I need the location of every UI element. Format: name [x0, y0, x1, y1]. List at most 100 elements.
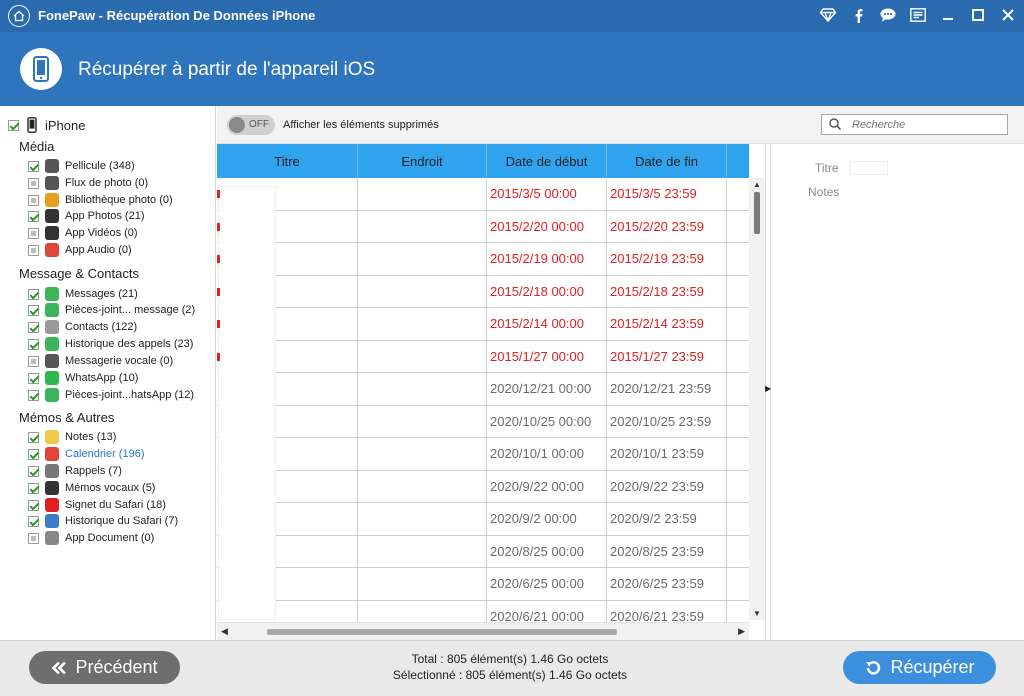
cell-date-fin: 2020/12/21 23:59	[607, 373, 727, 405]
category-item[interactable]: WhatsApp (10)	[28, 370, 138, 386]
category-checkbox[interactable]	[28, 372, 39, 384]
category-checkbox[interactable]	[28, 288, 39, 300]
contacts-icon	[45, 320, 59, 334]
maximize-icon[interactable]	[970, 6, 986, 24]
category-item[interactable]: Historique du Safari (7)	[28, 513, 178, 529]
category-item[interactable]: Mémos vocaux (5)	[28, 480, 155, 496]
category-item[interactable]: Bibliothèque photo (0)	[28, 192, 173, 208]
previous-button[interactable]: Précédent	[29, 651, 180, 684]
category-item[interactable]: Notes (13)	[28, 429, 116, 445]
category-item[interactable]: Historique des appels (23)	[28, 336, 193, 352]
category-checkbox[interactable]	[28, 355, 39, 367]
deleted-items-toggle[interactable]: OFF	[227, 115, 275, 135]
category-label: Mémos vocaux (5)	[65, 482, 156, 494]
category-item[interactable]: Pièces-joint...hatsApp (12)	[28, 387, 194, 403]
cell-date-debut: 2015/2/18 00:00	[487, 275, 607, 307]
cell-date-fin: 2020/10/25 23:59	[607, 405, 727, 437]
table-row[interactable]: 2015/2/19 00:00 2015/2/19 23:59	[217, 243, 749, 276]
table-row[interactable]: 2015/2/14 00:00 2015/2/14 23:59	[217, 308, 749, 341]
category-item[interactable]: Flux de photo (0)	[28, 175, 148, 191]
category-checkbox[interactable]	[28, 210, 39, 222]
column-header-titre[interactable]: Titre	[217, 144, 358, 178]
scroll-left-icon[interactable]: ◀	[221, 626, 228, 637]
category-item[interactable]: App Document (0)	[28, 530, 154, 546]
details-panel: Titre Notes	[772, 144, 1024, 640]
category-checkbox[interactable]	[28, 431, 39, 443]
table-row[interactable]: 2020/8/25 00:00 2020/8/25 23:59	[217, 535, 749, 568]
category-item[interactable]: App Photos (21)	[28, 208, 145, 224]
category-checkbox[interactable]	[28, 244, 39, 256]
table-row[interactable]: 2020/9/2 00:00 2020/9/2 23:59	[217, 503, 749, 536]
category-item[interactable]: Signet du Safari (18)	[28, 497, 166, 513]
horizontal-scroll-thumb[interactable]	[267, 629, 617, 635]
scroll-right-icon[interactable]: ▶	[738, 626, 745, 637]
category-item[interactable]: Messages (21)	[28, 286, 138, 302]
scroll-down-icon[interactable]: ▼	[753, 609, 761, 618]
collapse-arrow-icon[interactable]: ▶	[765, 384, 771, 393]
category-checkbox[interactable]	[28, 515, 39, 527]
table-row[interactable]: 2020/10/1 00:00 2020/10/1 23:59	[217, 438, 749, 471]
category-item[interactable]: Messagerie vocale (0)	[28, 353, 173, 369]
category-checkbox[interactable]	[28, 321, 39, 333]
category-checkbox[interactable]	[28, 465, 39, 477]
device-checkbox[interactable]	[8, 119, 19, 131]
category-item[interactable]: Contacts (122)	[28, 319, 137, 335]
table-row[interactable]: 2015/2/20 00:00 2015/2/20 23:59	[217, 210, 749, 243]
facebook-icon[interactable]	[850, 6, 866, 24]
category-checkbox[interactable]	[28, 532, 39, 544]
table-row[interactable]: 2020/6/25 00:00 2020/6/25 23:59	[217, 568, 749, 601]
category-checkbox[interactable]	[28, 482, 39, 494]
close-icon[interactable]	[1000, 6, 1016, 24]
column-header-date-debut[interactable]: Date de début	[487, 144, 607, 178]
page-title: Récupérer à partir de l'appareil iOS	[78, 59, 376, 80]
category-checkbox[interactable]	[28, 304, 39, 316]
cell-date-fin: 2015/2/14 23:59	[607, 308, 727, 340]
panel-splitter[interactable]: ▶	[765, 144, 771, 640]
recover-button[interactable]: Récupérer	[843, 651, 996, 684]
chat-icon[interactable]	[880, 6, 896, 24]
table-row[interactable]: 2020/12/21 00:00 2020/12/21 23:59	[217, 373, 749, 406]
search-box[interactable]	[821, 114, 1008, 135]
safari-icon	[45, 514, 59, 528]
table-row[interactable]: 2015/2/18 00:00 2015/2/18 23:59	[217, 275, 749, 308]
category-checkbox[interactable]	[28, 160, 39, 172]
cell-endroit	[358, 568, 487, 600]
horizontal-scrollbar[interactable]: ◀ ▶	[217, 622, 749, 640]
menu-icon[interactable]	[910, 6, 926, 24]
category-item[interactable]: App Vidéos (0)	[28, 225, 138, 241]
category-checkbox[interactable]	[28, 389, 39, 401]
search-input[interactable]	[852, 117, 1002, 132]
table-row[interactable]: 2020/10/25 00:00 2020/10/25 23:59	[217, 405, 749, 438]
category-item[interactable]: App Audio (0)	[28, 242, 132, 258]
table-row[interactable]: 2015/3/5 00:00 2015/3/5 23:59	[217, 178, 749, 211]
category-checkbox[interactable]	[28, 499, 39, 511]
category-checkbox[interactable]	[28, 194, 39, 206]
category-checkbox[interactable]	[28, 448, 39, 460]
scroll-up-icon[interactable]: ▲	[753, 180, 761, 189]
cell-extra	[727, 471, 749, 503]
deleted-marker	[217, 352, 220, 361]
category-label: Contacts (122)	[65, 321, 138, 333]
vertical-scrollbar[interactable]: ▲ ▼	[749, 178, 765, 620]
category-item[interactable]: Pellicule (348)	[28, 158, 135, 174]
category-item[interactable]: Rappels (7)	[28, 463, 122, 479]
cell-date-debut: 2020/6/25 00:00	[487, 568, 607, 600]
diamond-icon[interactable]	[820, 6, 836, 24]
category-checkbox[interactable]	[28, 177, 39, 189]
category-item[interactable]: Calendrier (196)	[28, 446, 144, 462]
device-name: iPhone	[45, 117, 86, 133]
cell-date-debut: 2015/2/14 00:00	[487, 308, 607, 340]
deleted-marker	[217, 287, 220, 296]
category-checkbox[interactable]	[28, 338, 39, 350]
category-label: Pièces-joint... message (2)	[65, 304, 196, 316]
column-header-endroit[interactable]: Endroit	[358, 144, 487, 178]
category-item[interactable]: Pièces-joint... message (2)	[28, 302, 195, 318]
minimize-icon[interactable]	[940, 6, 956, 24]
category-checkbox[interactable]	[28, 227, 39, 239]
title-bar: FonePaw - Récupération De Données iPhone	[0, 0, 1024, 32]
vertical-scroll-thumb[interactable]	[754, 192, 760, 234]
table-row[interactable]: 2020/9/22 00:00 2020/9/22 23:59	[217, 470, 749, 503]
table-row[interactable]: 2015/1/27 00:00 2015/1/27 23:59	[217, 340, 749, 373]
column-header-date-fin[interactable]: Date de fin	[607, 144, 727, 178]
device-row[interactable]: iPhone	[8, 117, 85, 133]
